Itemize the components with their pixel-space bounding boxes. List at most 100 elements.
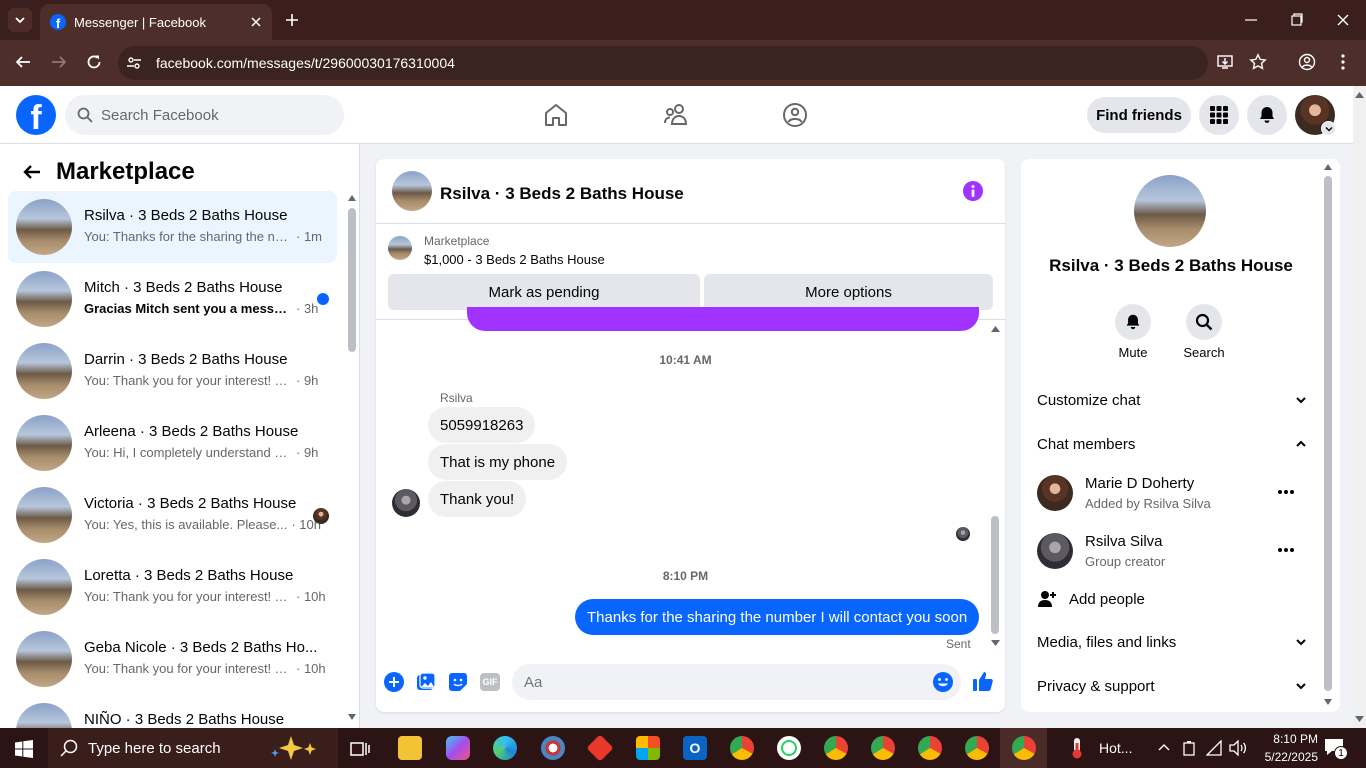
tab-search-dropdown[interactable] [8,8,32,32]
microsoft-store-icon[interactable] [636,736,660,760]
conversation-item[interactable]: Darrin · 3 Beds 2 Baths House You: Thank… [8,335,337,407]
chevron-up-icon[interactable] [1158,743,1170,753]
chat-thumbnail[interactable] [392,171,432,211]
conversation-item[interactable]: Mitch · 3 Beds 2 Baths House Gracias Mit… [8,263,337,335]
emoji-icon[interactable] [932,671,954,693]
conversation-item[interactable]: Loretta · 3 Beds 2 Baths House You: Than… [8,551,337,623]
listing-title[interactable]: $1,000 - 3 Beds 2 Baths House [424,252,605,267]
thermometer-icon[interactable] [1070,737,1084,759]
notifications-button[interactable] [1247,95,1287,135]
chat-title[interactable]: Rsilva · 3 Beds 2 Baths House [440,184,684,204]
scroll-down-arrow[interactable] [348,714,356,720]
facebook-logo-icon[interactable]: f [16,95,56,135]
incoming-message-bubble[interactable]: Thank you! [428,481,527,517]
scroll-up-arrow[interactable] [348,195,356,201]
conversation-item[interactable]: Rsilva · 3 Beds 2 Baths House You: Thank… [8,191,337,263]
chrome-profile-icon[interactable] [730,736,754,760]
bookmark-star-icon[interactable] [1249,53,1267,71]
taskbar-clock-time[interactable]: 8:10 PM [1254,732,1318,746]
sender-avatar[interactable] [392,489,420,517]
chat-scrollbar[interactable] [991,516,999,634]
install-app-icon[interactable] [1216,53,1234,71]
privacy-support-section[interactable]: Privacy & support [1037,664,1307,708]
message-composer[interactable] [512,664,961,700]
account-menu-button[interactable] [1321,121,1336,136]
task-view-icon[interactable] [350,740,370,758]
member-name[interactable]: Rsilva Silva [1085,533,1163,550]
browser-tab[interactable]: f Messenger | Facebook [40,4,272,40]
profile-icon[interactable] [1298,53,1316,71]
member-name[interactable]: Marie D Doherty [1085,475,1194,492]
scroll-down-arrow[interactable] [991,640,1000,646]
chat-photo[interactable] [1134,175,1206,247]
facebook-search[interactable] [65,95,344,135]
outgoing-message-bubble[interactable]: Thanks for the sharing the number I will… [575,599,980,635]
friends-icon[interactable] [663,102,689,128]
wifi-icon[interactable] [1206,740,1222,756]
mute-button[interactable] [1115,304,1151,340]
taskbar-search[interactable]: Type here to search [48,728,338,768]
windows-start-icon[interactable] [15,740,33,758]
more-horizontal-icon[interactable] [1277,489,1295,495]
copilot-icon[interactable] [446,736,470,760]
chrome-icon[interactable] [965,736,989,760]
battery-icon[interactable] [1182,740,1196,756]
close-window-icon[interactable] [1336,11,1350,29]
message-input[interactable] [524,673,914,691]
whatsapp-icon[interactable] [777,736,801,760]
new-tab-icon[interactable] [283,11,301,29]
details-scrollbar[interactable] [1324,176,1332,691]
add-people-button[interactable]: Add people [1037,587,1145,611]
conversation-info-button[interactable] [963,181,983,201]
conversation-item[interactable]: Victoria · 3 Beds 2 Baths House You: Yes… [8,479,337,551]
volume-icon[interactable] [1229,740,1247,756]
more-options-button[interactable]: More options [704,274,993,310]
conversation-item[interactable]: NIÑO · 3 Beds 2 Baths House [8,695,337,728]
conversation-item[interactable]: Geba Nicole · 3 Beds 2 Baths Ho... You: … [8,623,337,695]
back-arrow-icon[interactable] [14,53,32,71]
more-vertical-icon[interactable] [1336,53,1350,71]
search-in-conversation-button[interactable] [1186,304,1222,340]
chrome-icon[interactable] [1012,736,1036,760]
edge-icon[interactable] [493,736,517,760]
incoming-message-bubble[interactable]: 5059918263 [428,407,536,443]
incoming-message-bubble[interactable]: That is my phone [428,444,568,480]
address-bar[interactable]: facebook.com/messages/t/2960003017631000… [118,46,1208,80]
scroll-up-arrow[interactable] [1324,164,1332,170]
weather-text[interactable]: Hot... [1099,740,1132,756]
scroll-up-arrow[interactable] [991,326,1000,332]
close-tab-icon[interactable] [250,16,262,28]
chat-members-section[interactable]: Chat members [1037,422,1307,466]
groups-icon[interactable] [782,102,808,128]
find-friends-button[interactable]: Find friends [1087,97,1191,133]
member-avatar[interactable] [1037,475,1073,511]
outlook-icon[interactable]: O [683,736,707,760]
chrome-icon[interactable] [824,736,848,760]
mark-as-pending-button[interactable]: Mark as pending [388,274,700,310]
scroll-up-arrow[interactable] [1355,92,1364,98]
chrome-icon[interactable] [918,736,942,760]
forward-arrow-icon[interactable] [50,53,68,71]
conversation-list-scrollbar[interactable] [348,208,356,352]
paint-app-icon[interactable] [541,736,565,760]
scroll-down-arrow[interactable] [1324,699,1332,705]
like-thumbs-up-icon[interactable] [972,670,994,692]
more-horizontal-icon[interactable] [1277,547,1295,553]
notification-center-button[interactable]: 1 [1324,738,1348,760]
file-explorer-icon[interactable] [398,736,422,760]
photo-icon[interactable] [416,672,436,692]
back-arrow-icon[interactable] [22,162,42,182]
page-scrollbar[interactable] [1353,86,1366,728]
gif-icon[interactable]: GIF [480,673,500,691]
reload-icon[interactable] [85,53,103,71]
member-avatar[interactable] [1037,533,1073,569]
customize-chat-section[interactable]: Customize chat [1037,378,1307,422]
minimize-icon[interactable] [1244,11,1258,29]
site-info-icon[interactable] [126,55,142,71]
menu-button[interactable] [1199,95,1239,135]
restore-icon[interactable] [1290,11,1304,29]
home-icon[interactable] [543,102,569,128]
taskbar-clock-date[interactable]: 5/22/2025 [1254,750,1318,764]
more-actions-button[interactable] [384,672,404,692]
media-files-links-section[interactable]: Media, files and links [1037,620,1307,664]
